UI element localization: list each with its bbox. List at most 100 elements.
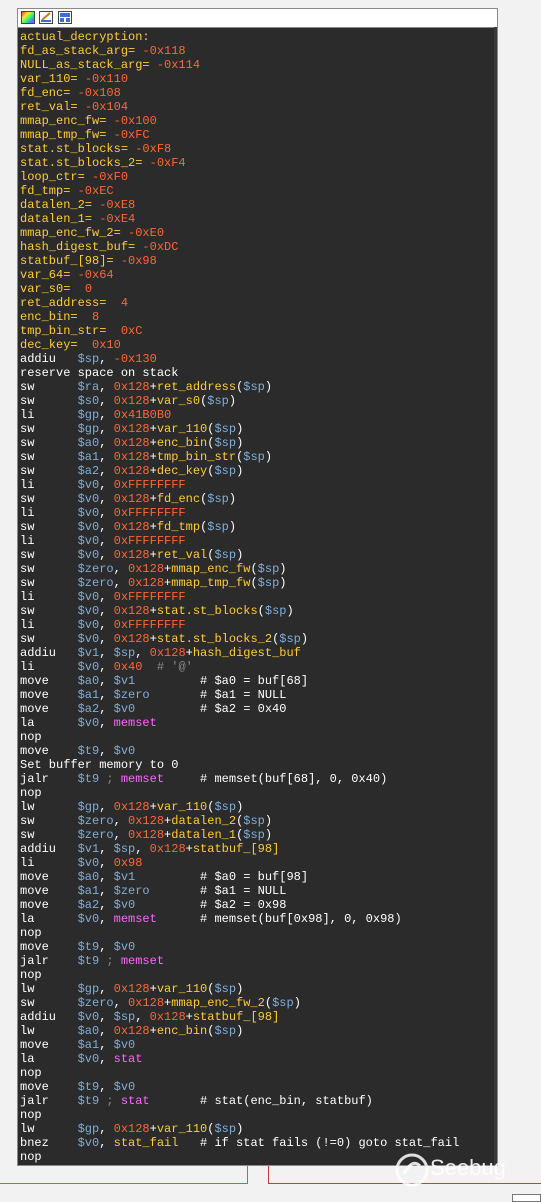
code-line[interactable]: enc_bin= 8 [20,310,493,324]
code-line[interactable]: datalen_1= -0xE4 [20,212,493,226]
register-token[interactable]: $zero [78,576,114,590]
code-line[interactable]: actual_decryption: [20,30,493,44]
code-line[interactable]: la $v0, memset # memset(buf[0x98], 0, 0x… [20,912,493,926]
code-line[interactable]: nop [20,1108,493,1122]
code-line[interactable]: li $v0, 0xFFFFFFFF [20,478,493,492]
symbol-token[interactable]: stat_fail [114,1136,179,1150]
register-token[interactable]: $zero [78,814,114,828]
register-token[interactable]: $t9 [78,954,100,968]
code-line[interactable]: move $t9, $v0 [20,940,493,954]
code-line[interactable]: nop [20,926,493,940]
register-token[interactable]: $v0 [78,548,100,562]
code-line[interactable]: sw $zero, 0x128+mmap_enc_fw($sp) [20,562,493,576]
code-line[interactable]: fd_enc= -0x108 [20,86,493,100]
register-token[interactable]: $a1 [78,1038,100,1052]
register-token[interactable]: $v0 [114,898,136,912]
code-line[interactable]: fd_tmp= -0xEC [20,184,493,198]
function-ref-token[interactable]: memset [121,954,164,968]
register-token[interactable]: $a1 [78,884,100,898]
register-token[interactable]: $sp [114,646,136,660]
code-line[interactable]: lw $gp, 0x128+var_110($sp) [20,982,493,996]
register-token[interactable]: $sp [214,800,236,814]
code-line[interactable]: move $t9, $v0 [20,1080,493,1094]
code-line[interactable]: var_s0= 0 [20,282,493,296]
register-token[interactable]: $sp [272,996,294,1010]
symbol-token[interactable]: var_s0 [157,394,200,408]
code-line[interactable]: NULL_as_stack_arg= -0x114 [20,58,493,72]
symbol-token[interactable]: ret_val [157,548,207,562]
code-line[interactable]: var_64= -0x64 [20,268,493,282]
code-line[interactable]: move $a2, $v0 # $a2 = 0x98 [20,898,493,912]
code-line[interactable]: move $a1, $zero # $a1 = NULL [20,884,493,898]
code-line[interactable]: jalr $t9 ; memset [20,954,493,968]
code-line[interactable]: move $a2, $v0 # $a2 = 0x40 [20,702,493,716]
function-ref-token[interactable]: memset [114,716,157,730]
register-token[interactable]: $a0 [78,674,100,688]
code-line[interactable]: sw $v0, 0x128+stat.st_blocks($sp) [20,604,493,618]
register-token[interactable]: $v0 [78,716,100,730]
register-token[interactable]: $v0 [78,590,100,604]
register-token[interactable]: $v0 [78,520,100,534]
register-token[interactable]: $sp [214,1122,236,1136]
code-line[interactable]: sw $a2, 0x128+dec_key($sp) [20,464,493,478]
symbol-token[interactable]: dec_key [157,464,207,478]
code-line[interactable]: nop [20,1066,493,1080]
register-token[interactable]: $sp [78,352,100,366]
register-token[interactable]: $gp [78,422,100,436]
register-token[interactable]: $v0 [78,506,100,520]
register-token[interactable]: $sp [114,842,136,856]
code-line[interactable]: mmap_enc_fw= -0x100 [20,114,493,128]
register-token[interactable]: $t9 [78,1094,100,1108]
register-token[interactable]: $sp [258,576,280,590]
register-token[interactable]: $t9 [78,744,100,758]
symbol-token[interactable]: ret_address [157,380,236,394]
register-token[interactable]: $sp [207,394,229,408]
code-line[interactable]: la $v0, memset [20,716,493,730]
register-token[interactable]: $v0 [78,912,100,926]
code-line[interactable]: move $a1, $v0 [20,1038,493,1052]
code-line[interactable]: bnez $v0, stat_fail # if stat fails (!=0… [20,1136,493,1150]
register-token[interactable]: $sp [114,1010,136,1024]
code-line[interactable]: li $v0, 0x40 # '@' [20,660,493,674]
register-token[interactable]: $ra [78,380,100,394]
register-token[interactable]: $v0 [78,492,100,506]
code-line[interactable]: addiu $v1, $sp, 0x128+hash_digest_buf [20,646,493,660]
register-token[interactable]: $sp [207,492,229,506]
register-token[interactable]: $sp [243,828,265,842]
code-line[interactable]: jalr $t9 ; stat # stat(enc_bin, statbuf) [20,1094,493,1108]
code-line[interactable]: li $v0, 0x98 [20,856,493,870]
register-token[interactable]: $zero [78,996,114,1010]
code-line[interactable]: li $v0, 0xFFFFFFFF [20,590,493,604]
symbol-token[interactable]: statbuf_[98] [193,1010,279,1024]
register-token[interactable]: $a1 [78,450,100,464]
code-line[interactable]: loop_ctr= -0xF0 [20,170,493,184]
code-line[interactable]: nop [20,730,493,744]
disassembly-graph-node[interactable]: actual_decryption: fd_as_stack_arg= -0x11… [17,8,498,1166]
register-token[interactable]: $v1 [78,646,100,660]
register-token[interactable]: $v0 [78,632,100,646]
color-palette-icon[interactable] [21,11,35,24]
register-token[interactable]: $v0 [114,1080,136,1094]
symbol-token[interactable]: var_110 [157,422,207,436]
register-token[interactable]: $a0 [78,1024,100,1038]
code-line[interactable]: sw $zero, 0x128+mmap_enc_fw_2($sp) [20,996,493,1010]
code-line[interactable]: statbuf_[98]= -0x98 [20,254,493,268]
symbol-token[interactable]: hash_digest_buf [193,646,301,660]
register-token[interactable]: $sp [265,604,287,618]
code-line[interactable]: var_110= -0x110 [20,72,493,86]
register-token[interactable]: $v0 [78,618,100,632]
code-line[interactable]: stat.st_blocks_2= -0xF4 [20,156,493,170]
register-token[interactable]: $sp [243,380,265,394]
assembly-listing[interactable]: actual_decryption: fd_as_stack_arg= -0x11… [20,30,493,1164]
symbol-token[interactable]: enc_bin [157,1024,207,1038]
code-line[interactable]: sw $v0, 0x128+fd_tmp($sp) [20,520,493,534]
symbol-token[interactable]: fd_enc [157,492,200,506]
symbol-token[interactable]: tmp_bin_str [157,450,236,464]
symbol-token[interactable]: enc_bin [157,436,207,450]
register-token[interactable]: $sp [214,436,236,450]
register-token[interactable]: $sp [243,450,265,464]
register-token[interactable]: $sp [214,422,236,436]
register-token[interactable]: $v0 [114,940,136,954]
register-token[interactable]: $zero [78,828,114,842]
register-token[interactable]: $s0 [78,394,100,408]
